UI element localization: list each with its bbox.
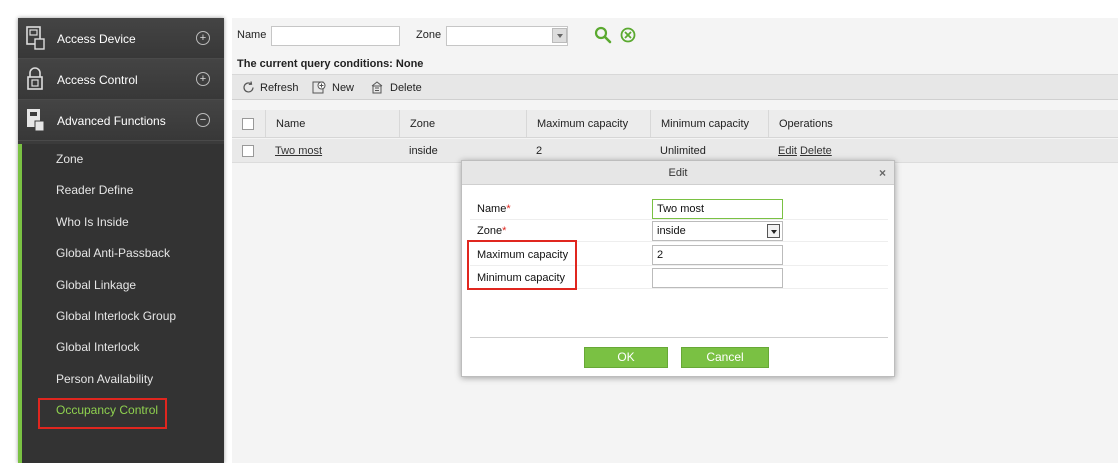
- row-edit-link[interactable]: Edit: [778, 145, 797, 157]
- select-all-checkbox[interactable]: [242, 117, 254, 130]
- toolbar: Refresh New Delete: [232, 74, 1118, 100]
- sidebar-item-global-interlock-group[interactable]: Global Interlock Group: [22, 301, 224, 332]
- expand-icon[interactable]: +: [196, 72, 210, 86]
- row-name-link[interactable]: Two most: [275, 145, 322, 157]
- chevron-down-icon[interactable]: [552, 28, 567, 43]
- sidebar-item-person-availability[interactable]: Person Availability: [22, 364, 224, 395]
- lock-icon: [27, 67, 43, 90]
- delete-icon: [371, 81, 383, 94]
- name-field-label: Name*: [477, 203, 511, 215]
- close-icon[interactable]: ×: [879, 161, 886, 185]
- refresh-icon: [243, 81, 254, 93]
- zone-select[interactable]: inside: [652, 221, 783, 241]
- row-operations-cell: Edit Delete: [768, 139, 1118, 162]
- query-name-label: Name: [237, 29, 267, 41]
- table-header: Name Zone Maximum capacity Minimum capac…: [232, 110, 1118, 138]
- collapse-icon[interactable]: −: [196, 113, 210, 127]
- query-conditions-value: None: [395, 58, 424, 70]
- delete-button[interactable]: Delete: [370, 81, 422, 94]
- search-icon[interactable]: [594, 26, 612, 44]
- highlight-box-capacity-fields: [467, 240, 577, 290]
- device-icon: [26, 26, 45, 50]
- required-mark: *: [506, 203, 511, 215]
- sidebar-group-access-device[interactable]: Access Device +: [18, 18, 224, 59]
- row-zone-cell: inside: [409, 144, 438, 157]
- refresh-label: Refresh: [260, 81, 299, 94]
- row-select-cell: [232, 139, 265, 162]
- sidebar-group-advanced-functions[interactable]: Advanced Functions −: [18, 100, 224, 141]
- delete-label: Delete: [390, 81, 422, 94]
- form-row-name: Name* Two most: [470, 198, 888, 220]
- sidebar: Access Device + Access Control + Advance…: [18, 18, 224, 463]
- column-header-min-capacity[interactable]: Minimum capacity: [650, 110, 768, 137]
- sidebar-item-reader-define[interactable]: Reader Define: [22, 175, 224, 206]
- column-header-max-capacity[interactable]: Maximum capacity: [526, 110, 650, 137]
- row-checkbox[interactable]: [242, 144, 254, 157]
- row-name-cell: Two most: [265, 139, 399, 162]
- sidebar-item-who-is-inside[interactable]: Who Is Inside: [22, 207, 224, 238]
- chevron-down-icon[interactable]: [767, 224, 780, 238]
- dialog-divider: [470, 337, 888, 338]
- column-header-zone[interactable]: Zone: [399, 110, 526, 137]
- clear-icon[interactable]: [620, 27, 636, 43]
- required-mark: *: [502, 225, 507, 237]
- row-delete-link[interactable]: Delete: [800, 145, 832, 157]
- query-conditions-label: The current query conditions:: [237, 58, 393, 70]
- query-bar: Name Zone: [232, 18, 1118, 52]
- row-min-capacity-cell: Unlimited: [660, 144, 706, 157]
- zone-field-label: Zone*: [477, 225, 506, 237]
- new-icon: [312, 81, 326, 94]
- query-name-input[interactable]: [271, 26, 400, 46]
- zone-label-text: Zone: [477, 225, 503, 237]
- query-zone-label: Zone: [416, 29, 442, 41]
- column-header-name[interactable]: Name: [265, 110, 399, 137]
- sidebar-item-global-linkage[interactable]: Global Linkage: [22, 270, 224, 301]
- sidebar-group-label: Access Control: [57, 73, 138, 87]
- query-zone-select[interactable]: [446, 26, 568, 46]
- ok-button[interactable]: OK: [584, 347, 668, 368]
- highlight-box-sidebar: [38, 398, 167, 429]
- sidebar-group-label: Access Device: [57, 32, 136, 46]
- refresh-button[interactable]: Refresh: [242, 81, 299, 94]
- row-max-capacity-cell: 2: [536, 144, 543, 157]
- dialog-title: Edit: [668, 167, 688, 179]
- column-header-operations: Operations: [768, 110, 1118, 137]
- sidebar-group-label: Advanced Functions: [57, 114, 166, 128]
- expand-icon[interactable]: +: [196, 31, 210, 45]
- max-capacity-field[interactable]: 2: [652, 245, 783, 265]
- dialog-title-bar: Edit ×: [462, 161, 894, 185]
- sidebar-item-global-anti-passback[interactable]: Global Anti-Passback: [22, 238, 224, 269]
- new-label: New: [332, 81, 355, 94]
- query-conditions: The current query conditions: None: [237, 58, 423, 70]
- sidebar-item-zone[interactable]: Zone: [22, 144, 224, 175]
- name-label-text: Name: [477, 203, 507, 215]
- sidebar-item-global-interlock[interactable]: Global Interlock: [22, 332, 224, 363]
- zone-select-value: inside: [657, 225, 686, 237]
- sidebar-group-access-control[interactable]: Access Control +: [18, 59, 224, 100]
- cancel-button[interactable]: Cancel: [681, 347, 769, 368]
- advanced-functions-icon: [27, 109, 45, 132]
- name-field[interactable]: Two most: [652, 199, 783, 219]
- new-button[interactable]: New: [312, 81, 354, 94]
- min-capacity-field[interactable]: [652, 268, 783, 288]
- form-row-zone: Zone* inside: [470, 220, 888, 242]
- select-all-cell: [232, 110, 265, 137]
